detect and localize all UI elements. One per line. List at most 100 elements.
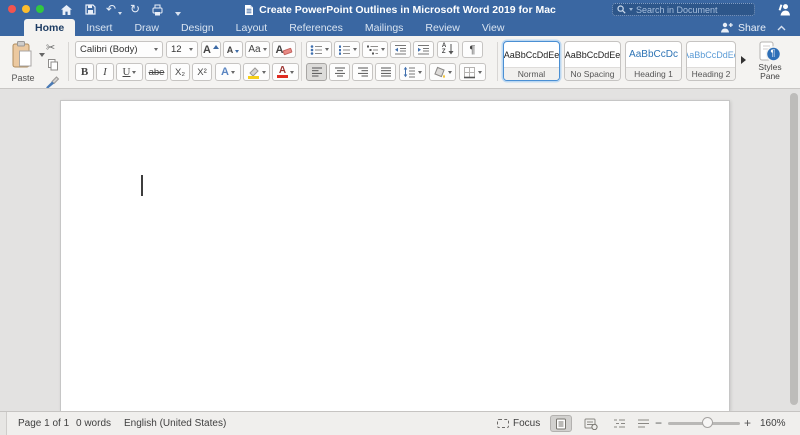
increase-indent-button[interactable] bbox=[413, 41, 434, 58]
tab-view[interactable]: View bbox=[471, 19, 516, 36]
zoom-level[interactable]: 160% bbox=[760, 412, 786, 435]
shrink-font-button[interactable]: A bbox=[223, 41, 243, 58]
line-spacing-caret-icon[interactable] bbox=[418, 70, 422, 74]
font-color-caret-icon[interactable] bbox=[290, 70, 294, 74]
align-center-icon bbox=[334, 67, 345, 77]
style-card-heading1[interactable]: AaBbCcDc Heading 1 bbox=[625, 41, 682, 81]
zoom-out-button[interactable]: − bbox=[655, 412, 662, 435]
multilevel-list-button[interactable] bbox=[362, 41, 388, 58]
view-outline-button[interactable] bbox=[608, 415, 630, 432]
highlight-caret-icon[interactable] bbox=[262, 70, 266, 74]
save-icon[interactable] bbox=[85, 1, 96, 18]
bold-button[interactable]: B bbox=[75, 63, 94, 81]
search-scope-caret-icon[interactable] bbox=[629, 8, 633, 11]
share-button[interactable]: Share bbox=[738, 22, 766, 34]
search-icon bbox=[617, 5, 626, 14]
numbered-list-caret-icon[interactable] bbox=[352, 48, 357, 51]
language-indicator[interactable]: English (United States) bbox=[124, 412, 226, 435]
tab-review[interactable]: Review bbox=[414, 19, 470, 36]
font-color-glyph-wrap: A bbox=[277, 66, 288, 78]
page-indicator[interactable]: Page 1 of 1 bbox=[18, 412, 69, 435]
borders-caret-icon[interactable] bbox=[478, 70, 482, 74]
share-person-add-icon[interactable] bbox=[720, 22, 733, 33]
style-card-no-spacing[interactable]: AaBbCcDdEe No Spacing bbox=[564, 41, 621, 81]
justify-button[interactable] bbox=[375, 63, 396, 81]
align-center-button[interactable] bbox=[329, 63, 350, 81]
styles-pane-button[interactable]: ¶ Styles Pane bbox=[748, 39, 792, 85]
decrease-indent-button[interactable] bbox=[390, 41, 411, 58]
borders-button[interactable] bbox=[459, 63, 486, 81]
ribbon-tab-row: Home Insert Draw Design Layout Reference… bbox=[0, 19, 800, 36]
paste-button[interactable] bbox=[10, 40, 36, 70]
tab-design[interactable]: Design bbox=[170, 19, 225, 36]
view-print-layout-button[interactable] bbox=[550, 415, 572, 432]
view-web-layout-button[interactable] bbox=[580, 415, 602, 432]
print-icon[interactable] bbox=[151, 1, 164, 18]
tab-insert[interactable]: Insert bbox=[75, 19, 123, 36]
sort-down-arrow-icon bbox=[448, 44, 454, 55]
collapse-ribbon-chevron-icon[interactable] bbox=[777, 25, 786, 31]
tab-layout[interactable]: Layout bbox=[225, 19, 279, 36]
numbered-list-icon bbox=[338, 45, 350, 55]
line-spacing-icon bbox=[403, 66, 415, 78]
strikethrough-button[interactable]: abe bbox=[145, 63, 168, 81]
focus-mode-button[interactable]: Focus bbox=[497, 412, 540, 435]
zoom-in-button[interactable]: + bbox=[744, 412, 751, 435]
subscript-button[interactable]: X₂ bbox=[170, 63, 190, 81]
search-input[interactable]: Search in Document bbox=[612, 3, 755, 16]
view-draft-button[interactable] bbox=[632, 415, 654, 432]
redo-icon[interactable]: ↻ bbox=[130, 1, 140, 18]
highlight-button[interactable] bbox=[243, 63, 270, 81]
tab-references[interactable]: References bbox=[278, 19, 354, 36]
highlighter-pen-icon bbox=[247, 66, 260, 79]
vertical-scrollbar-thumb[interactable] bbox=[790, 93, 798, 405]
search-placeholder: Search in Document bbox=[636, 4, 718, 15]
tab-draw[interactable]: Draw bbox=[123, 19, 170, 36]
change-case-button[interactable]: Aa bbox=[245, 41, 270, 58]
superscript-button[interactable]: X² bbox=[192, 63, 212, 81]
multilevel-list-caret-icon[interactable] bbox=[380, 48, 385, 51]
bullet-list-caret-icon[interactable] bbox=[324, 48, 329, 51]
document-page[interactable] bbox=[60, 100, 730, 411]
font-name-select[interactable]: Calibri (Body) bbox=[75, 41, 163, 58]
align-left-button[interactable] bbox=[306, 63, 327, 81]
paste-dropdown-caret-icon[interactable] bbox=[39, 53, 45, 57]
shading-button[interactable] bbox=[429, 63, 456, 81]
style-card-normal[interactable]: AaBbCcDdEe Normal bbox=[503, 41, 560, 81]
minimize-window-button[interactable] bbox=[22, 5, 30, 13]
grow-font-button[interactable]: A bbox=[201, 41, 221, 58]
line-spacing-button[interactable] bbox=[399, 63, 426, 81]
font-size-select[interactable]: 12 bbox=[166, 41, 198, 58]
contacts-person-icon[interactable] bbox=[777, 1, 791, 18]
underline-glyph: U bbox=[122, 66, 131, 78]
grow-font-glyph: A bbox=[203, 43, 211, 56]
sort-button[interactable]: A Z bbox=[437, 41, 459, 58]
style-label: No Spacing bbox=[565, 67, 620, 80]
align-right-button[interactable] bbox=[352, 63, 373, 81]
fullscreen-window-button[interactable] bbox=[36, 5, 44, 13]
italic-button[interactable]: I bbox=[96, 63, 114, 81]
bullet-list-button[interactable] bbox=[306, 41, 332, 58]
text-effects-button[interactable]: A bbox=[215, 63, 241, 81]
style-card-heading2[interactable]: AaBbCcDdEe Heading 2 bbox=[686, 41, 736, 81]
tab-home[interactable]: Home bbox=[24, 19, 76, 36]
home-icon[interactable] bbox=[60, 1, 73, 18]
copy-icon[interactable] bbox=[47, 58, 59, 71]
paste-clipboard-icon bbox=[10, 41, 34, 74]
cut-scissors-icon[interactable]: ✂ bbox=[46, 41, 55, 54]
word-count[interactable]: 0 words bbox=[76, 412, 111, 435]
undo-icon[interactable]: ↶ bbox=[106, 1, 116, 18]
close-window-button[interactable] bbox=[8, 5, 16, 13]
format-painter-brush-icon[interactable] bbox=[44, 75, 60, 88]
underline-caret-icon[interactable] bbox=[132, 70, 137, 74]
more-styles-arrow-icon[interactable] bbox=[741, 56, 746, 64]
zoom-slider-knob[interactable] bbox=[702, 417, 713, 428]
paint-bucket-icon bbox=[434, 66, 445, 78]
show-paragraph-marks-button[interactable]: ¶ bbox=[462, 41, 483, 58]
underline-button[interactable]: U bbox=[116, 63, 143, 81]
clear-formatting-button[interactable]: A bbox=[272, 41, 296, 58]
shading-caret-icon[interactable] bbox=[448, 70, 452, 74]
font-color-button[interactable]: A bbox=[272, 63, 299, 81]
tab-mailings[interactable]: Mailings bbox=[354, 19, 415, 36]
numbered-list-button[interactable] bbox=[334, 41, 360, 58]
